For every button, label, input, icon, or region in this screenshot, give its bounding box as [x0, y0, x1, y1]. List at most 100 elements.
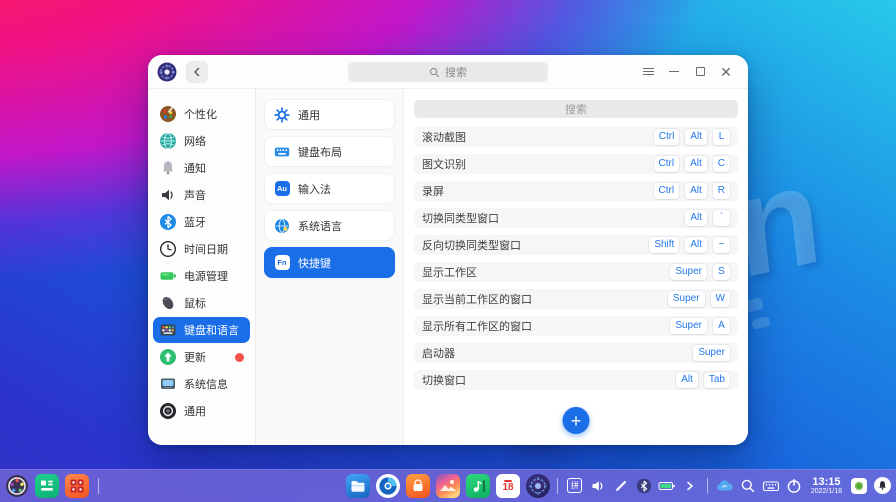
cloud-sync-icon[interactable] — [716, 477, 734, 495]
music-icon[interactable] — [466, 474, 490, 498]
input-method-icon: Au — [274, 181, 290, 197]
sidebar-item-system-info[interactable]: 系统信息 — [153, 371, 250, 397]
sidebar-item-network[interactable]: 网络 — [153, 128, 250, 154]
keycap[interactable]: Alt — [676, 372, 698, 388]
dock-separator — [98, 478, 99, 494]
maximize-button[interactable] — [687, 60, 713, 84]
control-center-icon[interactable] — [526, 474, 550, 498]
tray-separator — [706, 477, 708, 494]
dial-icon — [159, 402, 177, 420]
browser-icon[interactable] — [376, 474, 400, 498]
sidebar-item-bluetooth[interactable]: 蓝牙 — [153, 209, 250, 235]
shortcut-label: 显示当前工作区的窗口 — [422, 294, 532, 306]
tray-collapse-chevron-icon[interactable] — [681, 477, 699, 495]
keycap[interactable]: Shift — [649, 237, 680, 253]
volume-icon[interactable] — [589, 477, 607, 495]
keycap[interactable]: ` — [713, 210, 730, 226]
mouse-icon — [159, 294, 177, 312]
shortcut-row[interactable]: 图文识别 Ctrl Alt C — [414, 154, 738, 174]
keycap[interactable]: S — [713, 264, 730, 280]
sidebar-item-sound[interactable]: 声音 — [153, 182, 250, 208]
all-apps-icon[interactable] — [65, 474, 89, 498]
battery-tray-icon[interactable] — [658, 477, 676, 495]
input-method-indicator[interactable]: 拼 — [566, 477, 584, 495]
minimize-button[interactable] — [661, 60, 687, 84]
security-box — [851, 477, 867, 494]
close-button[interactable]: ✕ — [713, 60, 739, 84]
titlebar-search-placeholder: 搜索 — [445, 67, 467, 79]
shortcut-row[interactable]: 显示当前工作区的窗口 Super W — [414, 289, 738, 309]
keycap[interactable]: Tab — [703, 372, 730, 388]
sidebar-item-general[interactable]: 通用 — [153, 398, 250, 424]
keyboard-layout-icon — [274, 144, 290, 160]
keycap[interactable]: C — [712, 156, 730, 172]
control-center-window: 搜索 ✕ 个性化 网络 通知 声音 蓝牙 时间日期 电源管理 鼠标 键盘和语言 … — [148, 55, 748, 445]
back-button[interactable] — [186, 60, 208, 83]
keycap[interactable]: L — [713, 129, 730, 145]
keycap[interactable]: Super — [693, 345, 730, 361]
app-store-icon[interactable] — [406, 474, 430, 498]
tab-keyboard-layout[interactable]: 键盘布局 — [264, 136, 395, 167]
tab-system-language[interactable]: 系统语言 — [264, 210, 395, 241]
security-status-dot — [855, 481, 863, 490]
sidebar-item-notifications[interactable]: 通知 — [153, 155, 250, 181]
shortcut-row[interactable]: 切换窗口 Alt Tab — [414, 370, 738, 390]
tab-label: 通用 — [298, 109, 320, 122]
window-menu-button[interactable] — [635, 60, 661, 84]
shortcut-row[interactable]: 显示工作区 Super S — [414, 262, 738, 282]
tab-shortcuts[interactable]: Fn 快捷键 — [264, 247, 395, 278]
shortcut-label: 反向切换同类型窗口 — [422, 240, 521, 252]
keycap[interactable]: A — [713, 318, 730, 334]
keycap[interactable]: Alt — [685, 183, 707, 199]
keycap[interactable]: Ctrl — [653, 183, 680, 199]
sidebar-item-time-date[interactable]: 时间日期 — [153, 236, 250, 262]
keycap[interactable]: Alt — [685, 156, 707, 172]
multitasking-view-icon[interactable] — [35, 474, 59, 498]
sidebar-item-personalization[interactable]: 个性化 — [153, 101, 250, 127]
onscreen-keyboard-icon[interactable] — [762, 477, 780, 495]
sidebar-item-keyboard-language[interactable]: 键盘和语言 — [153, 317, 250, 343]
keycap[interactable]: Super — [670, 318, 707, 334]
calendar-icon[interactable]: 18 — [496, 474, 520, 498]
notification-center-icon[interactable] — [873, 477, 891, 495]
keycap[interactable]: Super — [670, 264, 707, 280]
security-center-icon[interactable] — [850, 477, 868, 495]
keycap[interactable]: ~ — [713, 237, 730, 253]
keycap[interactable]: Alt — [685, 237, 707, 253]
bluetooth-tray-icon[interactable] — [635, 477, 653, 495]
sidebar-item-power[interactable]: 电源管理 — [153, 263, 250, 289]
sidebar-item-mouse[interactable]: 鼠标 — [153, 290, 250, 316]
clock[interactable]: 13:15 2022/1/18 — [811, 476, 842, 496]
keycap[interactable]: Alt — [685, 210, 707, 226]
launcher-icon[interactable] — [5, 474, 29, 498]
bluetooth-icon — [159, 213, 177, 231]
titlebar-search-input[interactable]: 搜索 — [348, 62, 548, 82]
pen-tool-icon[interactable] — [612, 477, 630, 495]
shortcut-row[interactable]: 启动器 Super — [414, 343, 738, 363]
shortcuts-search-input[interactable]: 搜索 — [414, 100, 738, 118]
tab-input-method[interactable]: Au 输入法 — [264, 173, 395, 204]
sidebar-item-label: 网络 — [184, 136, 206, 148]
magnifier-icon[interactable] — [739, 477, 757, 495]
shortcut-label: 显示所有工作区的窗口 — [422, 321, 532, 333]
tray-separator — [556, 477, 558, 494]
sidebar-item-updates[interactable]: 更新 — [153, 344, 250, 370]
shortcut-row[interactable]: 反向切换同类型窗口 Shift Alt ~ — [414, 235, 738, 255]
keycap[interactable]: Ctrl — [653, 156, 680, 172]
shortcut-row[interactable]: 滚动截图 Ctrl Alt L — [414, 127, 738, 147]
bell-icon — [159, 159, 177, 177]
tab-general[interactable]: 通用 — [264, 99, 395, 130]
keycap[interactable]: R — [712, 183, 730, 199]
shortcut-row[interactable]: 切换同类型窗口 Alt ` — [414, 208, 738, 228]
shortcut-row[interactable]: 录屏 Ctrl Alt R — [414, 181, 738, 201]
dock-left-group — [5, 474, 102, 498]
add-shortcut-button[interactable]: + — [562, 407, 590, 434]
file-manager-icon[interactable] — [346, 474, 370, 498]
keycap[interactable]: Super — [667, 291, 705, 307]
keycap[interactable]: W — [710, 291, 730, 307]
keycap[interactable]: Alt — [685, 129, 707, 145]
shutdown-icon[interactable] — [785, 477, 803, 495]
shortcut-row[interactable]: 显示所有工作区的窗口 Super A — [414, 316, 738, 336]
keycap[interactable]: Ctrl — [653, 129, 680, 145]
photos-icon[interactable] — [436, 474, 460, 498]
